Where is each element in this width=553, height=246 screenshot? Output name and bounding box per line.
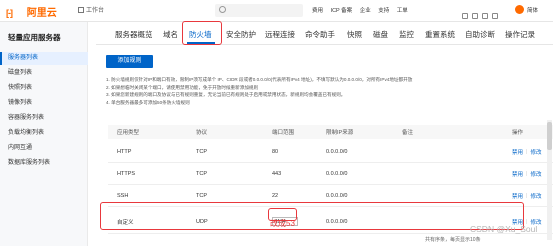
tab-monitor[interactable]: 监控 xyxy=(399,29,414,40)
edit-link[interactable]: 修改 xyxy=(530,148,541,156)
language-switch[interactable]: 简体 xyxy=(527,6,538,14)
help-icon[interactable] xyxy=(492,13,498,19)
table-row: HTTPS TCP 443 0.0.0.0/0 禁用 | 修改 xyxy=(108,164,553,185)
header-source: 限制IP来源 xyxy=(326,130,354,136)
cell-actions: 禁用 | 修改 xyxy=(512,148,542,156)
edit-link[interactable]: 修改 xyxy=(530,170,541,178)
table-header: 应用类型 协议 端口范围 限制IP来源 备注 操作 xyxy=(108,125,553,139)
workspace-link[interactable]: 工作台 xyxy=(78,5,104,14)
note-line: 1. 防火墙规则仅针对IP和端口有效，限制IP须写成单个 IP、CIDR 段或者… xyxy=(106,77,413,82)
cell-protocol: TCP xyxy=(196,149,207,155)
avatar[interactable] xyxy=(515,5,524,14)
sidebar-item-load-balancers[interactable]: 负载均衡列表 xyxy=(0,127,88,140)
nav-ticket[interactable]: 工单 xyxy=(397,8,408,14)
edit-link[interactable]: 修改 xyxy=(530,192,541,200)
tab-remote[interactable]: 远程连接 xyxy=(265,29,295,40)
sidebar-item-snapshots[interactable]: 快照列表 xyxy=(0,82,88,95)
cell-port: 80 xyxy=(272,149,279,155)
disable-link[interactable]: 禁用 xyxy=(512,192,523,200)
annotation-text: 改成53 xyxy=(270,219,295,228)
top-bar: [-] 阿里云 工作台 费用 ICP 备案 企业 支持 工单 简体 xyxy=(0,0,553,22)
cell-source: 0.0.0.0/0 xyxy=(326,171,348,177)
firewall-notes: 1. 防火墙规则仅针对IP和端口有效，限制IP须写成单个 IP、CIDR 段或者… xyxy=(106,76,546,106)
terminal-icon[interactable] xyxy=(462,13,468,19)
sidebar: 轻量应用服务器 服务器列表 磁盘列表 快照列表 镜像列表 容器服务列表 负载均衡… xyxy=(0,22,88,246)
cell-app: HTTP xyxy=(117,149,132,155)
note-line: 3. 如果您新建规则的端口及协议与已有规则重复，无论当前已有规则处于启用或禁用状… xyxy=(106,92,346,97)
header-remark: 备注 xyxy=(402,130,414,136)
add-rule-button[interactable]: 添加规则 xyxy=(106,55,153,68)
nav-support[interactable]: 支持 xyxy=(378,8,389,14)
table-row: HTTP TCP 80 0.0.0.0/0 禁用 | 修改 xyxy=(108,142,553,163)
cell-protocol: TCP xyxy=(196,171,207,177)
cell-source: 0.0.0.0/0 xyxy=(326,149,348,155)
note-line: 2. 如果想临时关闭某个端口，请使用禁用功能，免于开放时候重新添加规则 xyxy=(106,84,259,90)
cell-actions: 禁用 | 修改 xyxy=(512,170,542,178)
tab-domain[interactable]: 域名 xyxy=(163,29,178,40)
tabs-divider xyxy=(96,44,553,45)
bell-icon[interactable] xyxy=(472,13,478,19)
search-input[interactable] xyxy=(215,4,303,17)
watermark: CSDN @Xu_Soul xyxy=(470,224,538,234)
sidebar-item-databases[interactable]: 数据库服务列表 xyxy=(0,157,88,170)
top-icons xyxy=(462,6,512,19)
tab-disk[interactable]: 磁盘 xyxy=(373,29,388,40)
tab-reset[interactable]: 重置系统 xyxy=(425,29,455,40)
cell-port: 443 xyxy=(272,171,282,177)
sidebar-item-intranet[interactable]: 内网互通 xyxy=(0,142,88,155)
brand-logo[interactable]: [-] 阿里云 xyxy=(6,4,57,19)
sidebar-item-servers[interactable]: 服务器列表 xyxy=(0,52,88,65)
top-nav: 费用 ICP 备案 企业 支持 工单 xyxy=(312,6,414,14)
nav-billing[interactable]: 费用 xyxy=(312,8,323,14)
pagination-info: 共有序条，每页显示10条 xyxy=(425,237,481,243)
header-actions: 操作 xyxy=(512,130,524,136)
highlight-firewall-tab xyxy=(182,21,222,45)
tab-overview[interactable]: 服务器概览 xyxy=(115,29,153,40)
tab-snapshot[interactable]: 快照 xyxy=(347,29,362,40)
disable-link[interactable]: 禁用 xyxy=(512,170,523,178)
sidebar-item-containers[interactable]: 容器服务列表 xyxy=(0,112,88,125)
sidebar-title: 轻量应用服务器 xyxy=(8,33,61,42)
sidebar-item-disks[interactable]: 磁盘列表 xyxy=(0,67,88,80)
sidebar-item-images[interactable]: 镜像列表 xyxy=(0,97,88,110)
cell-app: HTTPS xyxy=(117,171,136,177)
header-port: 端口范围 xyxy=(272,130,295,136)
tab-security[interactable]: 安全防护 xyxy=(226,29,256,40)
header-app: 应用类型 xyxy=(117,130,140,136)
highlight-custom-row xyxy=(100,202,524,230)
disable-link[interactable]: 禁用 xyxy=(512,148,523,156)
brand-name: 阿里云 xyxy=(26,8,57,19)
tab-diagnose[interactable]: 自助诊断 xyxy=(465,29,495,40)
nav-enterprise[interactable]: 企业 xyxy=(360,8,371,14)
tab-command[interactable]: 命令助手 xyxy=(305,29,335,40)
search-icon xyxy=(219,6,226,13)
note-line: 4. 单台服务器最多可添加50条防火墙规则 xyxy=(106,99,190,105)
scrollbar-thumb[interactable] xyxy=(547,122,552,150)
tab-log[interactable]: 操作记录 xyxy=(505,29,535,40)
cart-icon[interactable] xyxy=(482,13,488,19)
home-icon xyxy=(78,7,84,13)
nav-icp[interactable]: ICP 备案 xyxy=(331,8,353,14)
header-protocol: 协议 xyxy=(196,130,208,136)
